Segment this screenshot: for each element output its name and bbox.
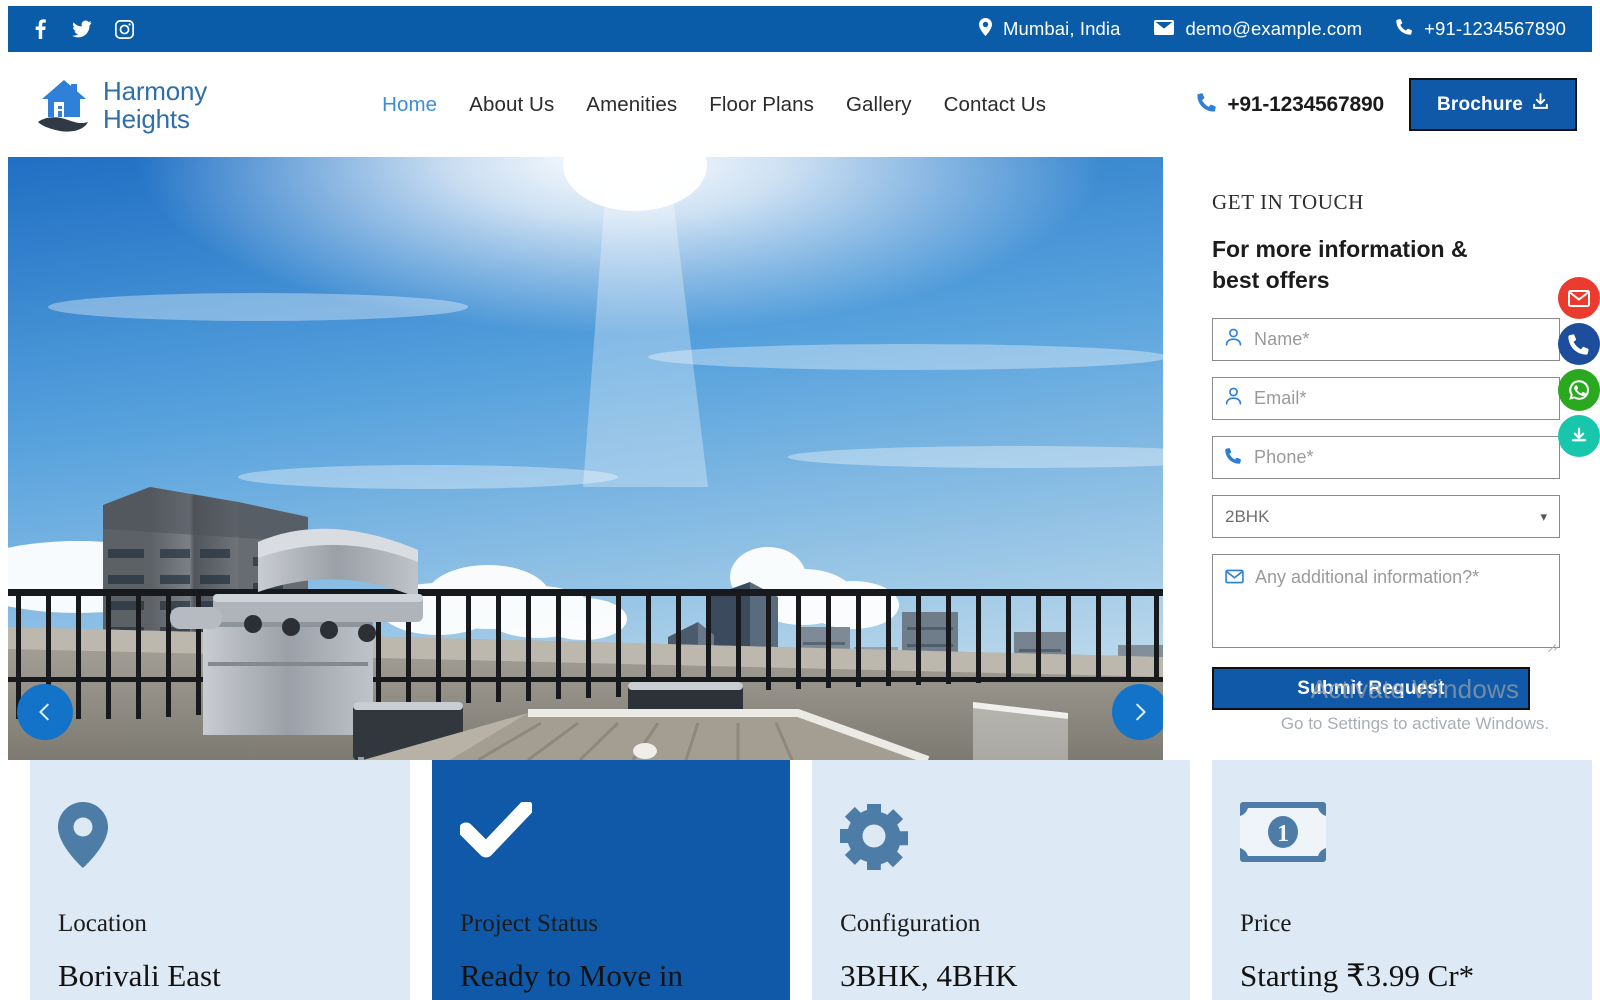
facebook-icon[interactable] <box>30 18 50 40</box>
social-links <box>30 18 134 40</box>
card-location-value: Borivali East <box>58 958 221 993</box>
phone-field-placeholder: Phone* <box>1254 447 1314 467</box>
site-header: Harmony Heights Home About Us Amenities … <box>8 52 1592 157</box>
floating-action-buttons <box>1558 277 1600 461</box>
header-phone-text: +91-1234567890 <box>1227 92 1384 116</box>
logo-text: Harmony Heights <box>103 77 207 133</box>
name-field[interactable]: Name* <box>1212 318 1560 361</box>
form-eyebrow: GET IN TOUCH <box>1212 190 1364 214</box>
card-configuration-label: Configuration <box>840 910 981 937</box>
card-location: Location Borivali East <box>30 760 410 1000</box>
nav-item-about-us[interactable]: About Us <box>469 93 554 117</box>
map-pin-icon <box>978 17 992 41</box>
download-icon <box>1532 93 1549 116</box>
message-textarea-placeholder: Any additional information?* <box>1255 567 1480 587</box>
header-actions: +91-1234567890 Brochure <box>1197 78 1577 131</box>
page-root: Mumbai, India demo@example.com +91-12345… <box>0 0 1600 1000</box>
submit-request-button[interactable]: Submit Request <box>1212 667 1530 710</box>
whatsapp-fab[interactable] <box>1558 369 1600 411</box>
envelope-icon <box>1154 18 1175 40</box>
form-fields: Name* Email* Phone* 2BHK ▾ Any additiona… <box>1212 318 1560 710</box>
hero-carousel <box>8 157 1163 760</box>
get-in-touch-form: GET IN TOUCH For more information & best… <box>1172 157 1592 760</box>
card-configuration-value: 3BHK, 4BHK <box>840 958 1018 993</box>
download-circle-icon <box>1571 427 1587 442</box>
phone-icon <box>1225 447 1242 469</box>
form-heading: For more information & best offers <box>1212 236 1468 293</box>
name-field-placeholder: Name* <box>1254 329 1310 349</box>
brochure-button-label: Brochure <box>1436 93 1523 115</box>
brochure-button[interactable]: Brochure <box>1408 78 1577 131</box>
card-price: 1 Price Starting ₹3.99 Cr* <box>1212 760 1593 1000</box>
location-pin-icon <box>58 802 410 874</box>
top-bar-contact-info: Mumbai, India demo@example.com +91-12345… <box>978 17 1566 41</box>
harmony-heights-house-hand-icon <box>36 76 92 134</box>
chevron-left-icon <box>39 703 49 721</box>
configuration-select-value: 2BHK <box>1225 506 1270 526</box>
card-project-status-label: Project Status <box>459 910 599 937</box>
phone-icon <box>1396 18 1413 40</box>
card-configuration: Configuration 3BHK, 4BHK <box>812 760 1191 1000</box>
main-nav: Home About Us Amenities Floor Plans Gall… <box>382 93 1046 117</box>
carousel-prev-button[interactable] <box>17 684 73 740</box>
header-phone[interactable]: +91-1234567890 <box>1197 92 1384 118</box>
hero-rooftop-terrace-image <box>8 157 1163 760</box>
nav-item-amenities[interactable]: Amenities <box>586 93 677 117</box>
user-icon <box>1225 328 1242 351</box>
email-field[interactable]: Email* <box>1212 377 1560 420</box>
logo-line-2: Heights <box>103 103 190 134</box>
money-note-icon: 1 <box>1240 802 1592 874</box>
phone-fab[interactable] <box>1558 323 1600 365</box>
download-fab[interactable] <box>1558 415 1600 457</box>
card-project-status-value: Ready to Move in <box>459 958 683 993</box>
email-fab[interactable] <box>1558 277 1600 319</box>
logo[interactable]: Harmony Heights <box>36 76 207 134</box>
twitter-icon[interactable] <box>72 18 92 40</box>
nav-item-floor-plans[interactable]: Floor Plans <box>709 93 814 117</box>
check-icon <box>459 802 790 874</box>
topbar-location: Mumbai, India <box>978 17 1121 41</box>
project-highlight-cards: Location Borivali East Project Status Re… <box>8 760 1593 1000</box>
envelope-icon <box>1225 567 1244 589</box>
resize-handle-icon[interactable] <box>1546 635 1559 653</box>
phone-icon <box>1197 92 1217 118</box>
whatsapp-icon <box>1569 380 1590 400</box>
phone-icon <box>1568 334 1589 355</box>
topbar-phone[interactable]: +91-1234567890 <box>1396 18 1566 40</box>
top-bar: Mumbai, India demo@example.com +91-12345… <box>8 6 1592 52</box>
user-icon <box>1225 387 1242 410</box>
topbar-email-text: demo@example.com <box>1185 18 1363 39</box>
phone-field[interactable]: Phone* <box>1212 436 1560 479</box>
logo-line-1: Harmony <box>103 75 208 106</box>
nav-item-home[interactable]: Home <box>382 93 437 117</box>
topbar-email[interactable]: demo@example.com <box>1154 18 1362 40</box>
chevron-down-icon: ▾ <box>1540 508 1547 524</box>
nav-item-contact-us[interactable]: Contact Us <box>944 93 1046 117</box>
message-textarea[interactable]: Any additional information?* <box>1212 554 1560 653</box>
card-location-label: Location <box>58 910 147 937</box>
email-field-placeholder: Email* <box>1254 388 1307 408</box>
svg-text:1: 1 <box>1277 821 1289 847</box>
chevron-right-icon <box>1136 703 1146 721</box>
card-price-label: Price <box>1240 910 1292 937</box>
topbar-phone-text: +91-1234567890 <box>1424 18 1566 39</box>
carousel-next-button[interactable] <box>1112 684 1163 740</box>
nav-item-gallery[interactable]: Gallery <box>846 93 912 117</box>
submit-request-label: Submit Request <box>1297 677 1445 699</box>
topbar-location-text: Mumbai, India <box>1002 18 1121 39</box>
gear-icon <box>840 802 1190 874</box>
instagram-icon[interactable] <box>114 18 134 40</box>
card-price-value: Starting ₹3.99 Cr* <box>1240 958 1475 993</box>
configuration-select[interactable]: 2BHK ▾ <box>1212 495 1560 538</box>
envelope-icon <box>1568 289 1590 307</box>
card-project-status: Project Status Ready to Move in <box>431 760 791 1000</box>
